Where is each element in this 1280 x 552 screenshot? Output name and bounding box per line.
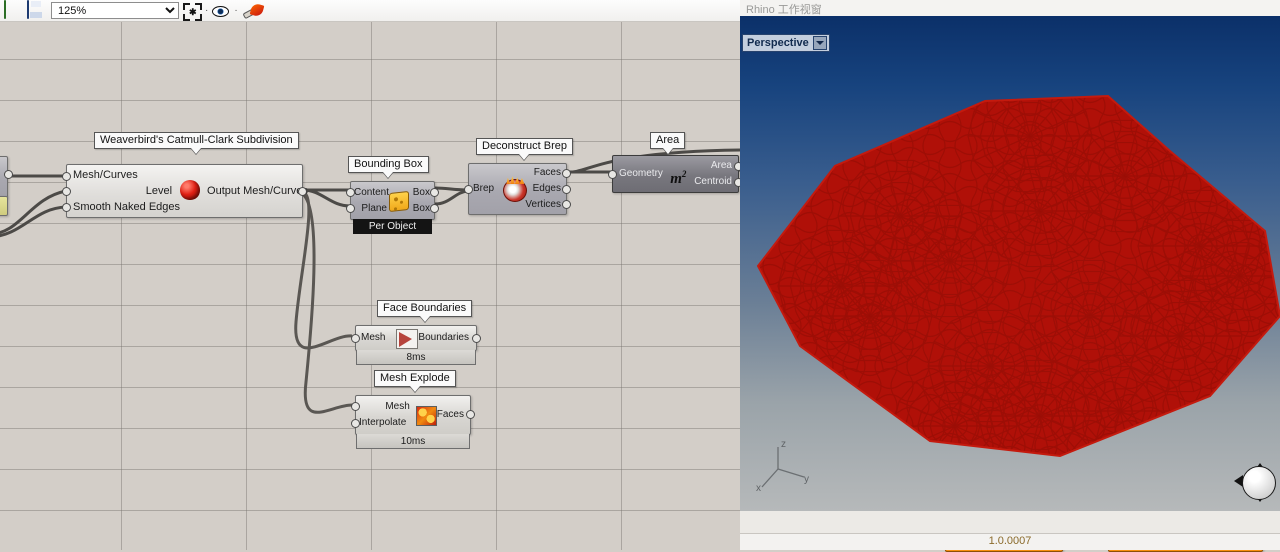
output-label-faces: Faces: [525, 165, 561, 181]
grasshopper-canvas[interactable]: Weaverbird's Catmull-Clark Subdivision M…: [0, 22, 740, 550]
navigation-ball-widget[interactable]: [1234, 463, 1274, 503]
input-label-interpolate: Interpolate: [359, 415, 414, 431]
component-label-weaverbird: Weaverbird's Catmull-Clark Subdivision: [94, 132, 299, 149]
output-label-centroid: Centroid: [694, 174, 732, 190]
output-label-edges: Edges: [525, 181, 561, 197]
input-label-mesh: Mesh: [361, 330, 394, 346]
component-bounding-box[interactable]: Bounding Box Content Plane Box Box Per O…: [350, 181, 435, 220]
output-nub-vertices[interactable]: [562, 200, 571, 209]
face-boundaries-icon: [396, 329, 416, 347]
input-nub-mesh[interactable]: [351, 334, 360, 343]
save-floppy-icon[interactable]: [25, 1, 45, 20]
output-nub-boundaries[interactable]: [472, 334, 481, 343]
component-area[interactable]: Area Geometry m2 Area Centroid: [612, 155, 739, 193]
input-nub-mesh[interactable]: [351, 402, 360, 411]
zoom-level-select[interactable]: 125%: [51, 2, 179, 19]
output-label-faces: Faces: [437, 407, 464, 423]
toolbar-separator-2: ·: [233, 5, 238, 16]
red-subdivided-mesh: [740, 16, 1280, 511]
eye-preview-icon[interactable]: [211, 5, 231, 19]
component-label-face-boundaries: Face Boundaries: [377, 300, 472, 317]
axis-label-x: x: [756, 483, 761, 493]
output-label-boundaries: Boundaries: [418, 330, 469, 346]
component-runtime-mesh-explode: 10ms: [356, 434, 470, 449]
rhino-viewport-window[interactable]: Rhino 工作视窗 Perspective z y x: [740, 0, 1280, 550]
chevron-down-icon[interactable]: [813, 36, 827, 50]
toolbar-separator-1: ·: [204, 5, 209, 16]
output-label-box-2: Box: [413, 201, 430, 217]
component-runtime-face-boundaries: 8ms: [356, 350, 476, 365]
input-label-mesh: Mesh: [359, 399, 414, 415]
input-nub-content[interactable]: [346, 188, 355, 197]
output-label-area: Area: [694, 158, 732, 174]
input-label-brep: Brep: [473, 181, 501, 197]
output-nub-edges[interactable]: [562, 185, 571, 194]
zoom-extents-icon[interactable]: ✱: [183, 3, 202, 21]
input-label-level: Level: [73, 183, 180, 199]
input-nub-brep[interactable]: [464, 185, 473, 194]
input-nub-plane[interactable]: [346, 204, 355, 213]
input-label-plane: Plane: [354, 201, 387, 217]
viewport-label-perspective[interactable]: Perspective: [742, 34, 830, 52]
wire-layer: [0, 22, 740, 550]
component-mesh-explode[interactable]: Mesh Explode Mesh Interpolate Faces 10ms: [355, 395, 471, 435]
grasshopper-toolbar[interactable]: 125% ✱ · ·: [0, 0, 740, 22]
input-label-mesh-curves: Mesh/Curves: [73, 167, 180, 183]
axis-gizmo: z y x: [752, 437, 812, 493]
input-label-smooth-naked-edges: Smooth Naked Edges: [73, 199, 180, 215]
component-weaverbird-catmull-clark[interactable]: Weaverbird's Catmull-Clark Subdivision M…: [66, 164, 303, 218]
bounding-box-icon: [389, 192, 407, 210]
component-label-mesh-explode: Mesh Explode: [374, 370, 456, 387]
offscreen-component[interactable]: [0, 156, 8, 196]
mesh-explode-icon: [416, 406, 435, 424]
input-nub-mesh-curves[interactable]: [62, 172, 71, 181]
status-bar: 1.0.0007: [740, 533, 1280, 550]
input-nub-interpolate[interactable]: [351, 419, 360, 428]
output-nub-box-1[interactable]: [430, 188, 439, 197]
area-m2-icon: m2: [670, 164, 692, 184]
output-nub[interactable]: [4, 170, 13, 179]
nav-sphere-icon[interactable]: [1242, 466, 1276, 500]
axis-label-y: y: [804, 474, 809, 485]
component-face-boundaries[interactable]: Face Boundaries Mesh Boundaries 8ms: [355, 325, 477, 351]
open-folder-icon[interactable]: [3, 1, 23, 20]
output-label-box-1: Box: [413, 185, 430, 201]
input-nub-geometry[interactable]: [608, 170, 617, 179]
component-label-deconstruct-brep: Deconstruct Brep: [476, 138, 573, 155]
input-nub-smooth-naked-edges[interactable]: [62, 203, 71, 212]
output-label-output-mesh-curves: Output Mesh/Curves: [207, 183, 308, 199]
input-nub-level[interactable]: [62, 187, 71, 196]
component-label-bounding-box: Bounding Box: [348, 156, 429, 173]
axis-label-z: z: [781, 439, 786, 450]
output-nub-faces[interactable]: [466, 410, 475, 419]
offscreen-param[interactable]: [0, 196, 8, 214]
output-label-vertices: Vertices: [525, 197, 561, 213]
bake-flame-icon[interactable]: [241, 3, 265, 21]
viewport-label-text: Perspective: [747, 35, 809, 51]
brep-icon: [503, 179, 523, 199]
component-footer-per-object: Per Object: [353, 219, 432, 234]
version-label: 1.0.0007: [989, 535, 1032, 547]
input-label-geometry: Geometry: [619, 166, 668, 182]
component-deconstruct-brep[interactable]: Deconstruct Brep Brep Faces Edges Vertic…: [468, 163, 567, 215]
component-label-area: Area: [650, 132, 685, 149]
output-nub-box-2[interactable]: [430, 204, 439, 213]
input-label-content: Content: [354, 185, 387, 201]
output-nub-mesh[interactable]: [298, 187, 307, 196]
output-nub-faces[interactable]: [562, 169, 571, 178]
weaverbird-sphere-icon: [180, 180, 202, 202]
perspective-viewport[interactable]: Perspective z y x: [740, 16, 1280, 511]
rhino-window-title: Rhino 工作视窗: [740, 0, 1280, 16]
